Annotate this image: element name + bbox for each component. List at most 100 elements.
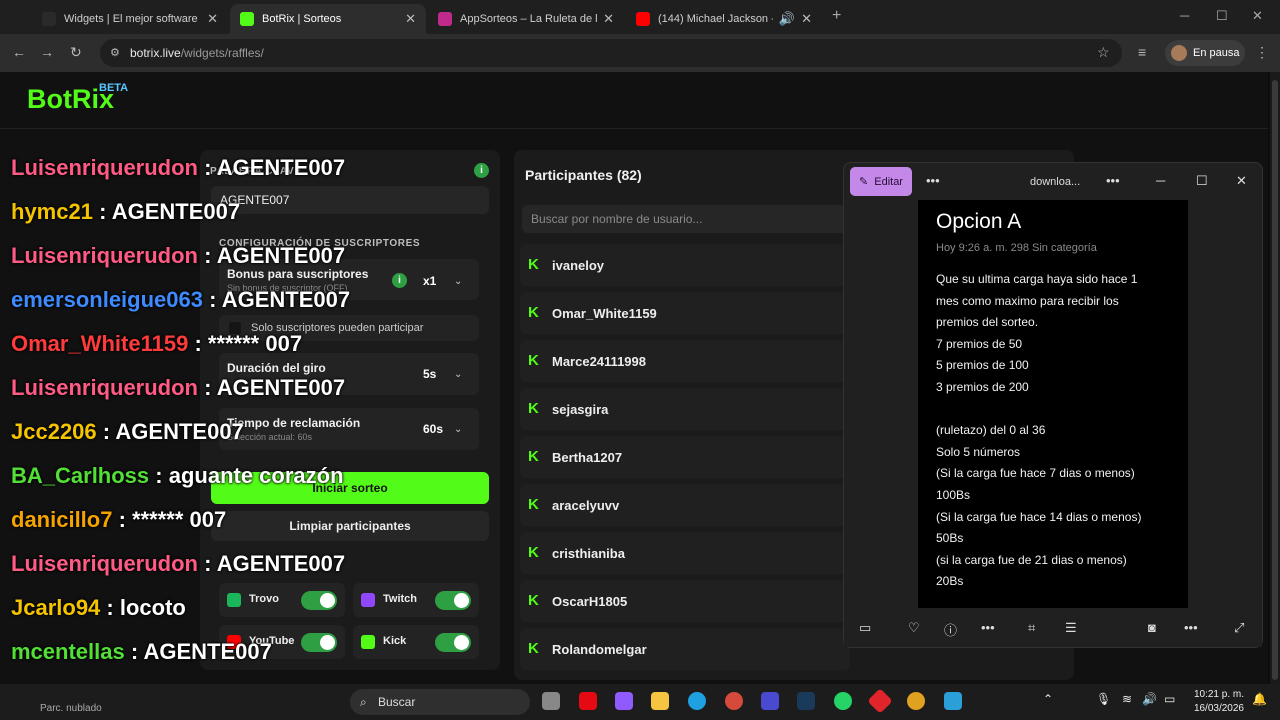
new-tab-button[interactable]: + bbox=[832, 7, 841, 25]
tray-chevron-icon[interactable]: ⌃ bbox=[1043, 692, 1053, 706]
window-close-icon[interactable]: ✕ bbox=[1252, 8, 1263, 24]
notification-bell-icon[interactable]: 🔔 bbox=[1252, 692, 1267, 706]
more-options-icon[interactable]: ••• bbox=[981, 620, 995, 635]
more-options-icon[interactable]: ••• bbox=[1184, 620, 1198, 635]
close-icon[interactable]: ✕ bbox=[801, 11, 812, 27]
clock-date[interactable]: 16/03/2026 bbox=[1186, 703, 1244, 714]
taskbar-search[interactable]: ⌕ Buscar bbox=[350, 689, 530, 715]
reload-icon[interactable]: ↻ bbox=[70, 44, 82, 61]
info-icon[interactable]: i bbox=[474, 163, 489, 178]
tab-appsorteos[interactable]: AppSorteos – La Ruleta de la S ✕ bbox=[428, 4, 624, 34]
note-line: Que su ultima carga haya sido hace 1 bbox=[936, 272, 1138, 286]
note-line: (ruletazo) del 0 al 36 bbox=[936, 423, 1046, 438]
chat-text: : AGENTE007 bbox=[204, 375, 346, 400]
edit-label: Editar bbox=[874, 175, 903, 188]
more-options-icon[interactable]: ••• bbox=[1106, 173, 1120, 188]
chevron-down-icon[interactable]: ⌄ bbox=[454, 369, 462, 380]
clock-time[interactable]: 10:21 p. m. bbox=[1186, 689, 1244, 700]
microphone-icon[interactable]: 🎙 bbox=[1096, 692, 1111, 706]
claim-time-select[interactable]: 60s bbox=[423, 422, 443, 436]
text-scan-icon[interactable]: ☰ bbox=[1065, 620, 1077, 636]
keyword-input[interactable]: AGENTE007 bbox=[211, 186, 489, 214]
browser-menu-icon[interactable]: ⋮ bbox=[1255, 44, 1269, 61]
media-controls-icon[interactable]: ≡ bbox=[1138, 44, 1146, 60]
participant-row[interactable]: K Bertha1207 bbox=[520, 436, 850, 478]
disney-icon[interactable] bbox=[797, 692, 815, 710]
chevron-down-icon[interactable]: ⌄ bbox=[454, 276, 462, 287]
whatsapp-icon[interactable] bbox=[834, 692, 852, 710]
chat-username: danicillo7 bbox=[11, 507, 113, 532]
bonus-multiplier-select[interactable]: x1 bbox=[423, 274, 436, 288]
site-info-icon[interactable]: ⚙ bbox=[110, 46, 120, 59]
tab-widgets[interactable]: Widgets | El mejor software par ✕ bbox=[32, 4, 228, 34]
participant-row[interactable]: Kivaneloy bbox=[520, 244, 850, 286]
volume-icon[interactable]: 🔊 bbox=[1142, 692, 1157, 706]
fullscreen-icon[interactable]: ⤢ bbox=[1234, 620, 1244, 636]
netflix-icon[interactable] bbox=[579, 692, 597, 710]
clear-participants-button[interactable]: Limpiar participantes bbox=[211, 511, 489, 541]
camera-icon[interactable]: ◙ bbox=[1148, 620, 1156, 635]
minimize-icon[interactable]: ─ bbox=[1180, 8, 1189, 23]
participant-row[interactable]: Kcristhianiba bbox=[520, 532, 850, 574]
crop-icon[interactable]: ⌗ bbox=[1028, 620, 1035, 636]
tab-youtube[interactable]: (144) Michael Jackson - Billi 🔊 ✕ bbox=[626, 4, 822, 34]
edge-icon[interactable] bbox=[688, 692, 706, 710]
wifi-icon[interactable]: ≋ bbox=[1122, 692, 1132, 706]
info-circle-icon[interactable]: ⓘ bbox=[944, 620, 957, 639]
speaker-icon[interactable]: 🔊 bbox=[779, 11, 795, 27]
store-icon[interactable] bbox=[761, 692, 779, 710]
participant-row[interactable]: K Marce24111998 bbox=[520, 340, 850, 382]
participant-row[interactable]: K Omar_White1159 bbox=[520, 292, 850, 334]
youtube-toggle[interactable] bbox=[301, 633, 337, 652]
file-explorer-icon[interactable] bbox=[651, 692, 669, 710]
note-title: Opcion A bbox=[936, 210, 1022, 233]
battery-icon[interactable]: ▭ bbox=[1164, 692, 1175, 706]
trovo-toggle[interactable] bbox=[301, 591, 337, 610]
close-icon[interactable]: ✕ bbox=[603, 11, 614, 27]
chat-username: Luisenriquerudon bbox=[11, 375, 198, 400]
scrollbar-thumb[interactable] bbox=[1272, 80, 1278, 680]
back-icon[interactable]: ← bbox=[12, 44, 26, 60]
info-icon[interactable]: i bbox=[392, 273, 407, 288]
snipping-tool-icon[interactable] bbox=[944, 692, 962, 710]
url-host: botrix.live bbox=[130, 46, 181, 60]
chevron-down-icon[interactable]: ⌄ bbox=[454, 424, 462, 435]
participant-search-input[interactable]: Buscar por nombre de usuario... bbox=[522, 205, 852, 233]
page-scrollbar[interactable] bbox=[1270, 72, 1280, 684]
profile-button[interactable]: En pausa bbox=[1165, 40, 1245, 66]
chrome-icon[interactable] bbox=[907, 692, 925, 710]
spin-duration-select[interactable]: 5s bbox=[423, 367, 436, 381]
bookmark-star-icon[interactable]: ☆ bbox=[1097, 44, 1110, 61]
favorite-heart-icon[interactable]: ♡ bbox=[908, 620, 920, 636]
address-bar[interactable]: botrix.live/widgets/raffles/ bbox=[100, 39, 1122, 67]
chat-message: emersonleigue063 : AGENTE007 bbox=[11, 287, 350, 313]
tab-favicon-icon bbox=[240, 12, 254, 26]
tab-botrix-sorteos[interactable]: BotRix | Sorteos ✕ bbox=[230, 4, 426, 34]
close-icon[interactable]: ✕ bbox=[1236, 173, 1247, 189]
copilot-icon[interactable] bbox=[615, 692, 633, 710]
maximize-icon[interactable]: ☐ bbox=[1216, 8, 1228, 24]
maximize-icon[interactable]: ☐ bbox=[1196, 173, 1208, 189]
filmstrip-icon[interactable]: ▭ bbox=[859, 620, 871, 636]
participant-row[interactable]: Ksejasgira bbox=[520, 388, 850, 430]
twitch-toggle[interactable] bbox=[435, 591, 471, 610]
participant-row[interactable]: K OscarH1805 bbox=[520, 580, 850, 622]
chat-username: Luisenriquerudon bbox=[11, 243, 198, 268]
more-options-icon[interactable]: ••• bbox=[926, 173, 940, 188]
task-view-icon[interactable] bbox=[542, 692, 560, 710]
minimize-icon[interactable]: ─ bbox=[1156, 173, 1165, 188]
kick-toggle[interactable] bbox=[435, 633, 471, 652]
close-icon[interactable]: ✕ bbox=[405, 11, 416, 27]
kick-icon: K bbox=[528, 496, 539, 513]
forward-icon[interactable]: → bbox=[40, 44, 54, 60]
participant-name: OscarH1805 bbox=[552, 594, 628, 609]
settings-icon[interactable] bbox=[725, 692, 743, 710]
chat-message: Luisenriquerudon : AGENTE007 bbox=[11, 375, 345, 401]
participant-row[interactable]: K Rolandomelgar bbox=[520, 628, 850, 670]
participant-row[interactable]: Karacelyuvv bbox=[520, 484, 850, 526]
close-icon[interactable]: ✕ bbox=[207, 11, 218, 27]
participant-name: aracelyuvv bbox=[552, 498, 620, 513]
edit-button[interactable]: ✎ Editar bbox=[850, 167, 912, 196]
tab-favicon-icon bbox=[438, 12, 452, 26]
weather-label[interactable]: Parc. nublado bbox=[40, 703, 102, 714]
